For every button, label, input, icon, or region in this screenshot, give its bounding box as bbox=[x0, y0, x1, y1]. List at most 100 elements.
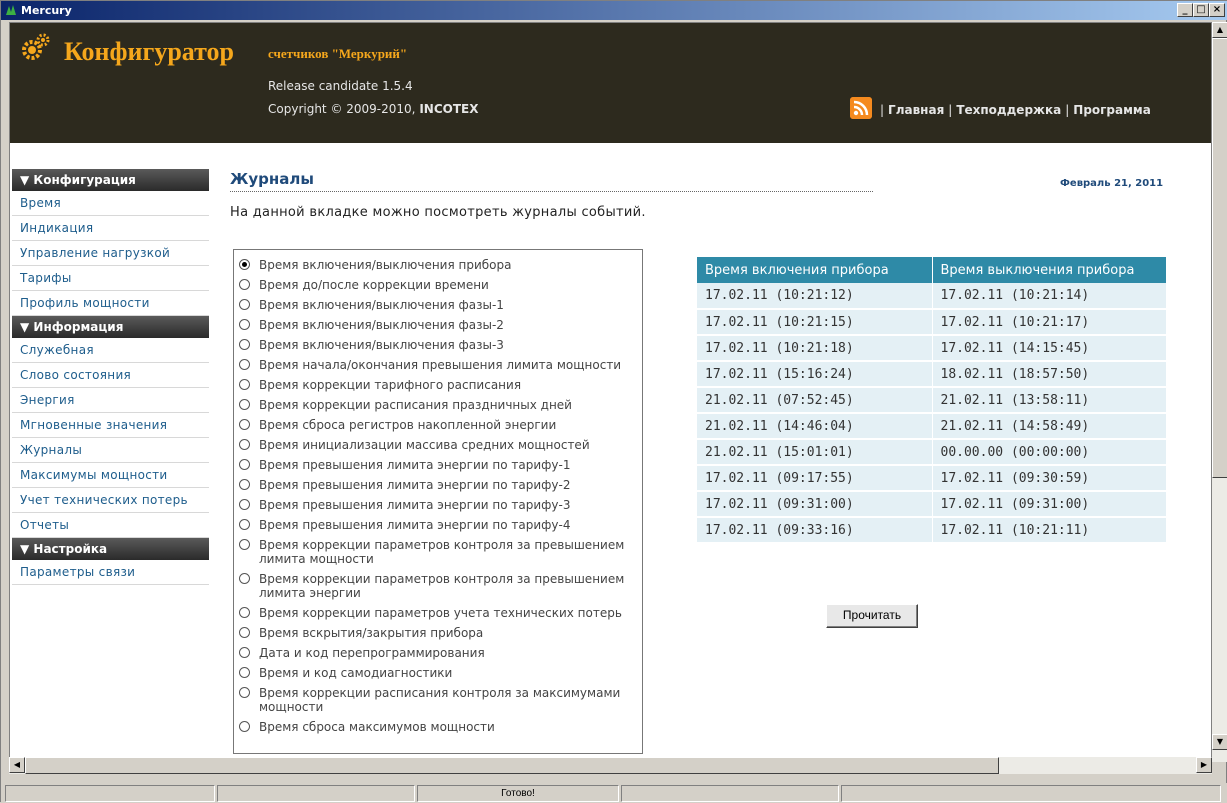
journal-option[interactable]: Время включения/выключения фазы-3 bbox=[234, 338, 642, 352]
cell-on-time: 17.02.11 (09:33:16) bbox=[697, 517, 933, 544]
radio-button[interactable] bbox=[239, 647, 250, 658]
horizontal-scrollbar[interactable]: ◀ ▶ bbox=[9, 757, 1212, 774]
journal-option[interactable]: Время коррекции параметров контроля за п… bbox=[234, 572, 642, 600]
radio-button[interactable] bbox=[239, 627, 250, 638]
journal-option-label: Время вскрытия/закрытия прибора bbox=[259, 626, 484, 640]
vertical-scroll-thumb[interactable] bbox=[1212, 38, 1227, 478]
sidebar-item-load-control[interactable]: Управление нагрузкой bbox=[12, 241, 209, 266]
maximize-button[interactable]: □ bbox=[1193, 3, 1209, 17]
sidebar-item-time[interactable]: Время bbox=[12, 191, 209, 216]
journal-option[interactable]: Время коррекции расписания контроля за м… bbox=[234, 686, 642, 714]
radio-button[interactable] bbox=[239, 379, 250, 390]
journal-option-label: Время превышения лимита энергии по тариф… bbox=[259, 518, 571, 532]
read-button[interactable]: Прочитать bbox=[826, 604, 918, 628]
sidebar-item-power-maximums[interactable]: Максимумы мощности bbox=[12, 463, 209, 488]
journal-option[interactable]: Время сброса максимумов мощности bbox=[234, 720, 642, 734]
scroll-up-arrow-icon[interactable]: ▲ bbox=[1212, 22, 1227, 38]
rss-icon[interactable] bbox=[850, 97, 872, 119]
sidebar-item-tariffs[interactable]: Тарифы bbox=[12, 266, 209, 291]
sidebar-section-configuration[interactable]: ▼ Конфигурация bbox=[12, 169, 209, 191]
journal-option[interactable]: Дата и код перепрограммирования bbox=[234, 646, 642, 660]
nav-link-main[interactable]: Главная bbox=[888, 103, 944, 117]
journal-option-label: Время превышения лимита энергии по тариф… bbox=[259, 478, 571, 492]
journal-option[interactable]: Время коррекции параметров контроля за п… bbox=[234, 538, 642, 566]
minimize-button[interactable]: _ bbox=[1177, 3, 1193, 17]
radio-button[interactable] bbox=[239, 499, 250, 510]
journal-option[interactable]: Время превышения лимита энергии по тариф… bbox=[234, 478, 642, 492]
journal-option[interactable]: Время превышения лимита энергии по тариф… bbox=[234, 458, 642, 472]
radio-button[interactable] bbox=[239, 667, 250, 678]
gear-logo-icon bbox=[22, 33, 50, 60]
radio-button[interactable] bbox=[239, 439, 250, 450]
sidebar-item-connection-params[interactable]: Параметры связи bbox=[12, 560, 209, 585]
journal-option-label: Дата и код перепрограммирования bbox=[259, 646, 485, 660]
journal-option[interactable]: Время сброса регистров накопленной энерг… bbox=[234, 418, 642, 432]
app-window: Mercury _ □ × Конфигуратор счетчиков "Ме… bbox=[0, 0, 1227, 803]
journal-option-label: Время коррекции параметров контроля за п… bbox=[259, 572, 625, 600]
page-date: Февраль 21, 2011 bbox=[1060, 178, 1164, 189]
journal-option[interactable]: Время начала/окончания превышения лимита… bbox=[234, 358, 642, 372]
radio-button[interactable] bbox=[239, 573, 250, 584]
sidebar-section-settings[interactable]: ▼ Настройка bbox=[12, 538, 209, 560]
journal-option[interactable]: Время включения/выключения фазы-2 bbox=[234, 318, 642, 332]
release-text: Release candidate 1.5.4 bbox=[268, 79, 413, 93]
radio-button[interactable] bbox=[239, 399, 250, 410]
journal-option-label: Время коррекции параметров учета техниче… bbox=[259, 606, 622, 620]
journal-option[interactable]: Время включения/выключения фазы-1 bbox=[234, 298, 642, 312]
nav-link-support[interactable]: Техподдержка bbox=[956, 103, 1061, 117]
radio-button[interactable] bbox=[239, 259, 250, 270]
scroll-left-arrow-icon[interactable]: ◀ bbox=[9, 757, 25, 773]
sidebar-item-instant-values[interactable]: Мгновенные значения bbox=[12, 413, 209, 438]
sidebar-item-journals[interactable]: Журналы bbox=[12, 438, 209, 463]
journal-option-label: Время сброса максимумов мощности bbox=[259, 720, 495, 734]
radio-button[interactable] bbox=[239, 479, 250, 490]
journal-option[interactable]: Время включения/выключения прибора bbox=[234, 258, 642, 272]
horizontal-scroll-thumb[interactable] bbox=[25, 757, 999, 774]
journal-option[interactable]: Время до/после коррекции времени bbox=[234, 278, 642, 292]
journal-option[interactable]: Время превышения лимита энергии по тариф… bbox=[234, 498, 642, 512]
nav-link-program[interactable]: Программа bbox=[1073, 103, 1151, 117]
journal-option[interactable]: Время коррекции тарифного расписания bbox=[234, 378, 642, 392]
radio-button[interactable] bbox=[239, 721, 250, 732]
radio-button[interactable] bbox=[239, 459, 250, 470]
nav-separator: | bbox=[1065, 103, 1070, 117]
scroll-right-arrow-icon[interactable]: ▶ bbox=[1196, 757, 1212, 773]
journal-option[interactable]: Время вскрытия/закрытия прибора bbox=[234, 626, 642, 640]
cell-on-time: 17.02.11 (10:21:12) bbox=[697, 283, 933, 310]
radio-button[interactable] bbox=[239, 687, 250, 698]
journal-option-label: Время до/после коррекции времени bbox=[259, 278, 489, 292]
journal-option[interactable]: Время коррекции параметров учета техниче… bbox=[234, 606, 642, 620]
vertical-scrollbar[interactable]: ▲ ▼ bbox=[1212, 22, 1227, 762]
sidebar-item-indication[interactable]: Индикация bbox=[12, 216, 209, 241]
sidebar-item-status-word[interactable]: Слово состояния bbox=[12, 363, 209, 388]
journal-option[interactable]: Время инициализации массива средних мощн… bbox=[234, 438, 642, 452]
journal-table: Время включения прибора Время выключения… bbox=[697, 257, 1167, 544]
radio-button[interactable] bbox=[239, 319, 250, 330]
title-bar[interactable]: Mercury _ □ × bbox=[1, 1, 1227, 20]
sidebar-item-reports[interactable]: Отчеты bbox=[12, 513, 209, 538]
radio-button[interactable] bbox=[239, 339, 250, 350]
journal-option[interactable]: Время превышения лимита энергии по тариф… bbox=[234, 518, 642, 532]
status-panel-5 bbox=[841, 785, 1221, 802]
scroll-down-arrow-icon[interactable]: ▼ bbox=[1212, 734, 1227, 750]
radio-button[interactable] bbox=[239, 279, 250, 290]
radio-button[interactable] bbox=[239, 607, 250, 618]
sidebar-item-service[interactable]: Служебная bbox=[12, 338, 209, 363]
radio-button[interactable] bbox=[239, 539, 250, 550]
cell-on-time: 21.02.11 (15:01:01) bbox=[697, 439, 933, 466]
radio-button[interactable] bbox=[239, 299, 250, 310]
sidebar-section-information[interactable]: ▼ Информация bbox=[12, 316, 209, 338]
journal-option[interactable]: Время и код самодиагностики bbox=[234, 666, 642, 680]
radio-button[interactable] bbox=[239, 419, 250, 430]
cell-off-time: 18.02.11 (18:57:50) bbox=[932, 361, 1167, 388]
sidebar-item-energy[interactable]: Энергия bbox=[12, 388, 209, 413]
page-header: Конфигуратор счетчиков "Меркурий" Releas… bbox=[10, 23, 1211, 143]
sidebar-item-power-profile[interactable]: Профиль мощности bbox=[12, 291, 209, 316]
radio-button[interactable] bbox=[239, 519, 250, 530]
radio-button[interactable] bbox=[239, 359, 250, 370]
cell-off-time: 17.02.11 (10:21:14) bbox=[932, 283, 1167, 310]
copyright-text: Copyright © 2009-2010, INCOTEX bbox=[268, 102, 478, 116]
close-button[interactable]: × bbox=[1209, 3, 1225, 17]
sidebar-item-technical-losses[interactable]: Учет технических потерь bbox=[12, 488, 209, 513]
journal-option[interactable]: Время коррекции расписания праздничных д… bbox=[234, 398, 642, 412]
